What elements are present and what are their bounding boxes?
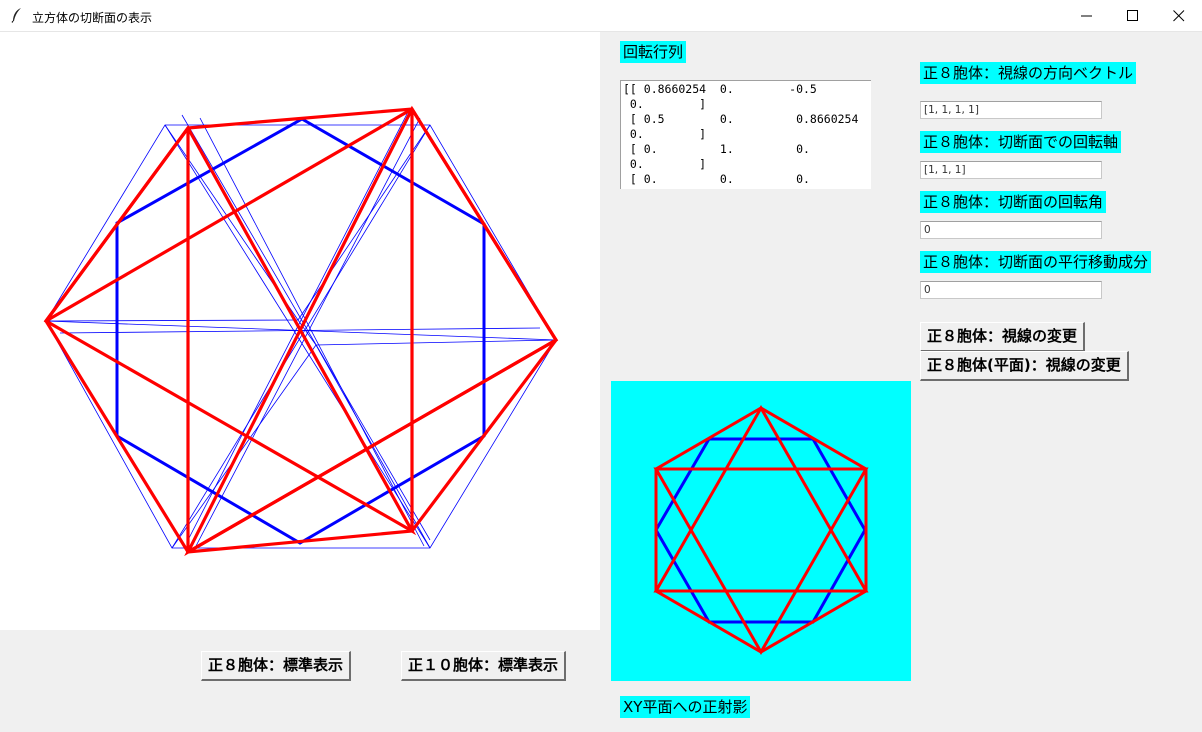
xy-projection-canvas[interactable] — [611, 381, 911, 681]
feather-icon — [11, 8, 21, 23]
xy-projection-figure — [653, 404, 869, 656]
window-titlebar: 立方体の切断面の表示 — [0, 0, 1202, 32]
standard10-button[interactable]: 正１０胞体：標準表示 — [401, 651, 567, 681]
rotation-axis-input[interactable] — [920, 161, 1102, 179]
minimize-button[interactable] — [1064, 0, 1110, 31]
projection-blue-octagon — [654, 437, 867, 624]
window-title: 立方体の切断面の表示 — [32, 11, 153, 25]
rotation-matrix-display: [[ 0.8660254 0. -0.5 0. ] [ 0.5 0. 0.866… — [620, 80, 871, 189]
view-vector-input[interactable] — [920, 101, 1102, 119]
projection-red-star — [653, 404, 869, 656]
rotation-axis-label: 正８胞体：切断面での回転軸 — [920, 131, 1122, 153]
rotation-matrix-text: [[ 0.8660254 0. -0.5 0. ] [ 0.5 0. 0.866… — [623, 82, 859, 189]
translation-label: 正８胞体：切断面の平行移動成分 — [920, 251, 1152, 273]
change-view-button[interactable]: 正８胞体：視線の変更 — [920, 322, 1086, 352]
close-icon — [1173, 10, 1185, 22]
matrix-label: 回転行列 — [620, 41, 687, 63]
view-vector-label: 正８胞体：視線の方向ベクトル — [920, 62, 1137, 84]
maximize-button[interactable] — [1110, 0, 1156, 31]
translation-input[interactable] — [920, 281, 1102, 299]
close-button[interactable] — [1156, 0, 1202, 31]
main-3d-figure — [43, 105, 559, 557]
change-view-plane-button[interactable]: 正８胞体(平面)：視線の変更 — [920, 351, 1129, 381]
rotation-angle-input[interactable] — [920, 221, 1102, 239]
maximize-icon — [1127, 10, 1138, 21]
projection-label: XY平面への正射影 — [620, 696, 751, 718]
rotation-angle-label: 正８胞体：切断面の回転角 — [920, 191, 1107, 213]
minimize-icon — [1081, 15, 1092, 17]
standard8-button[interactable]: 正８胞体：標準表示 — [201, 651, 352, 681]
red-polytope-edges — [43, 105, 559, 557]
main-3d-canvas[interactable] — [0, 32, 600, 630]
